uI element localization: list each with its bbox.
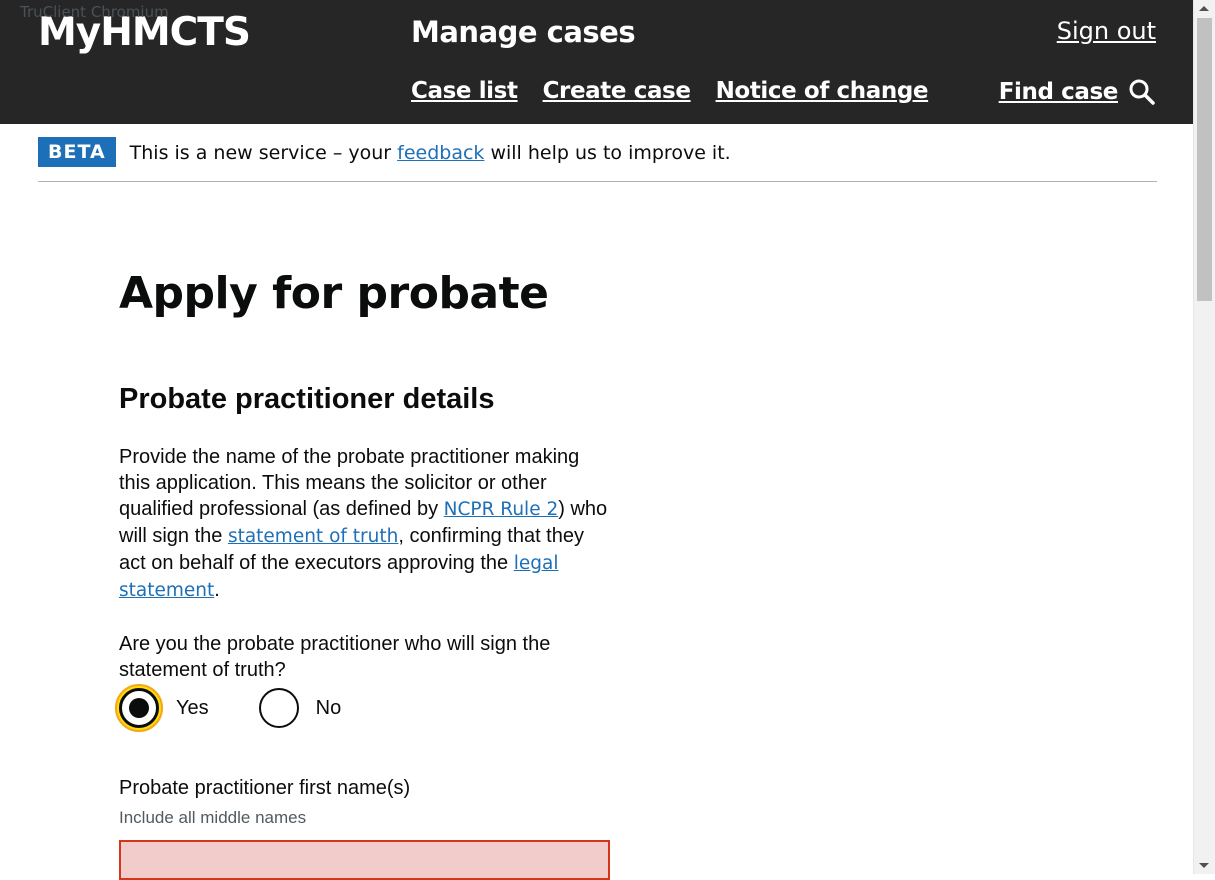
radio-yes-label[interactable]: Yes bbox=[176, 697, 209, 720]
tru-client-overlay: TruClient Chromium bbox=[20, 3, 169, 21]
practitioner-question: Are you the probate practitioner who wil… bbox=[119, 633, 551, 681]
section-heading: Probate practitioner details bbox=[119, 383, 495, 415]
scroll-up-icon[interactable] bbox=[1199, 6, 1209, 11]
nav-notice-of-change[interactable]: Notice of change bbox=[716, 78, 929, 104]
intro-text-4: . bbox=[214, 579, 220, 601]
phase-text-before: This is a new service – your bbox=[129, 142, 398, 164]
site-header: MyHMCTS Manage cases Sign out Case list … bbox=[0, 0, 1194, 124]
nav-create-case[interactable]: Create case bbox=[543, 78, 691, 104]
phase-banner-text: This is a new service – your feedback wi… bbox=[130, 142, 731, 164]
primary-nav: Case list Create case Notice of change bbox=[411, 78, 929, 104]
radio-yes-input[interactable] bbox=[115, 684, 163, 732]
radio-no[interactable]: No bbox=[258, 688, 342, 728]
nav-case-list[interactable]: Case list bbox=[411, 78, 518, 104]
vertical-scrollbar[interactable] bbox=[1193, 0, 1215, 874]
sign-out-link[interactable]: Sign out bbox=[1057, 17, 1156, 45]
find-case-link[interactable]: Find case bbox=[999, 79, 1119, 105]
scroll-down-icon[interactable] bbox=[1199, 863, 1209, 868]
scroll-thumb[interactable] bbox=[1197, 18, 1212, 301]
first-name-label: Probate practitioner first name(s) bbox=[119, 777, 411, 799]
service-name: Manage cases bbox=[411, 15, 636, 49]
first-name-hint: Include all middle names bbox=[119, 808, 307, 827]
phase-text-after: will help us to improve it. bbox=[484, 142, 731, 164]
statement-of-truth-link[interactable]: statement of truth bbox=[228, 526, 398, 547]
ncpr-rule-link[interactable]: NCPR Rule 2 bbox=[444, 499, 559, 520]
radio-no-label[interactable]: No bbox=[316, 697, 342, 720]
find-case[interactable]: Find case bbox=[999, 78, 1156, 106]
practitioner-radio-group: Yes No bbox=[115, 684, 342, 732]
phase-banner: BETA This is a new service – your feedba… bbox=[38, 137, 1157, 182]
beta-tag: BETA bbox=[38, 137, 116, 167]
page-title: Apply for probate bbox=[119, 268, 549, 319]
search-icon[interactable] bbox=[1128, 78, 1156, 106]
first-name-input[interactable] bbox=[119, 840, 610, 880]
feedback-link[interactable]: feedback bbox=[397, 142, 484, 164]
radio-no-input[interactable] bbox=[258, 688, 299, 728]
intro-paragraph: Provide the name of the probate practiti… bbox=[119, 444, 611, 604]
radio-yes[interactable]: Yes bbox=[115, 684, 209, 732]
